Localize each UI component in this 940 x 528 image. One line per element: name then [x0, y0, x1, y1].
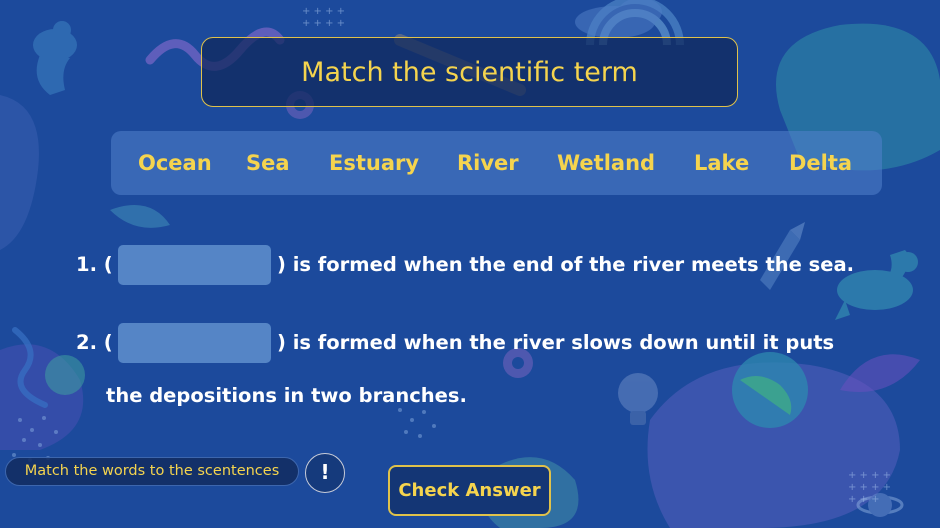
word-option-sea[interactable]: Sea — [246, 131, 290, 195]
word-option-estuary[interactable]: Estuary — [329, 131, 419, 195]
question-2-text-continued: the depositions in two branches. — [106, 384, 467, 407]
word-option-river[interactable]: River — [457, 131, 519, 195]
svg-text:+ + + +: + + + + — [302, 18, 345, 29]
word-option-lake[interactable]: Lake — [694, 131, 749, 195]
answer-blank-2[interactable] — [118, 323, 271, 363]
leaf-shape — [840, 354, 920, 392]
question-2-number: 2. ( — [76, 331, 113, 354]
leaf-shape — [110, 205, 170, 228]
page-title: Match the scientific term — [301, 56, 638, 88]
svg-text:+ + + +: + + + + — [848, 482, 891, 493]
question-2-text: ) is formed when the river slows down un… — [277, 331, 835, 354]
check-answer-button[interactable]: Check Answer — [388, 465, 551, 516]
word-option-ocean[interactable]: Ocean — [138, 131, 212, 195]
word-bank: Ocean Sea Estuary River Wetland Lake Del… — [111, 131, 882, 195]
word-option-wetland[interactable]: Wetland — [557, 131, 655, 195]
answer-blank-1[interactable] — [118, 245, 271, 285]
svg-text:+ + + +: + + + + — [302, 6, 345, 17]
planet-icon — [45, 355, 85, 395]
blob-shape — [0, 95, 39, 250]
word-option-delta[interactable]: Delta — [789, 131, 852, 195]
planet-icon — [732, 352, 808, 428]
dinosaur-icon — [33, 21, 77, 95]
question-1-text: ) is formed when the end of the river me… — [277, 253, 855, 276]
info-icon[interactable]: ! — [305, 453, 345, 493]
lightbulb-icon — [618, 373, 658, 425]
instruction-hint: Match the words to the scentences — [5, 457, 299, 486]
svg-text:+ + +: + + + — [848, 494, 880, 505]
svg-text:+ + + +: + + + + — [848, 470, 891, 481]
question-1-number: 1. ( — [76, 253, 113, 276]
title-banner: Match the scientific term — [201, 37, 738, 107]
